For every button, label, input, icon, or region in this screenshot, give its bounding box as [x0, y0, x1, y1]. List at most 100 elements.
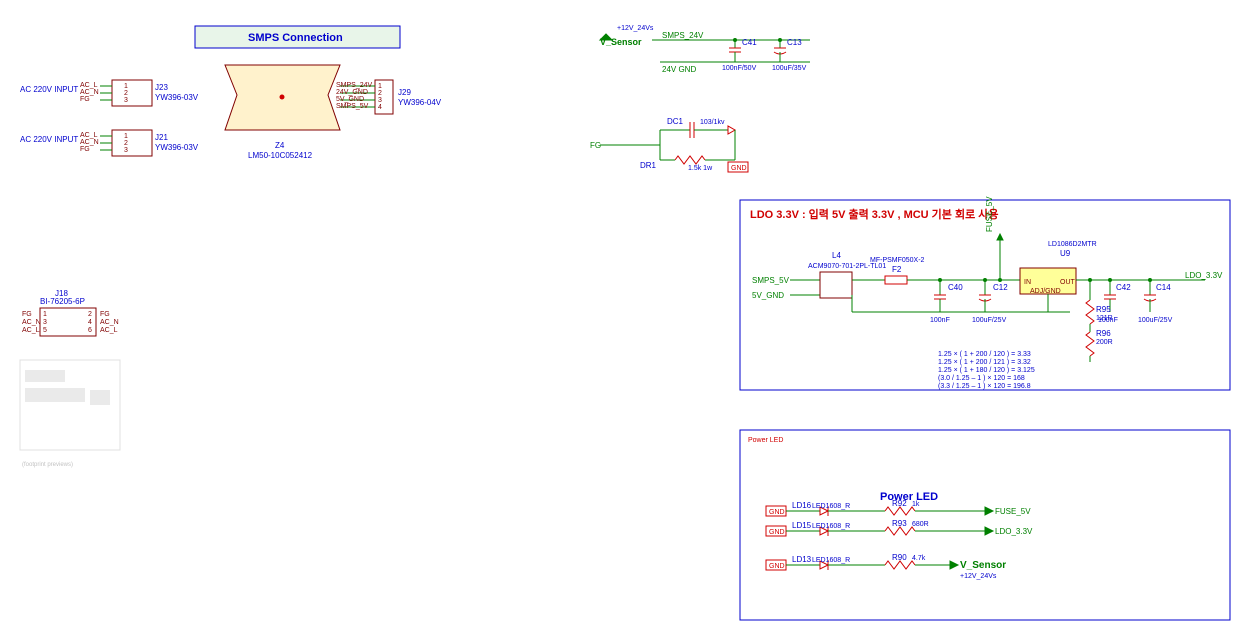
power-led-title: Power LED [880, 491, 938, 503]
svg-text:C14: C14 [1156, 283, 1171, 292]
svg-text:C40: C40 [948, 283, 963, 292]
svg-text:YW396-03V: YW396-03V [155, 143, 199, 152]
svg-text:1.25 × ( 1 + 200 / 120 ) = 3.3: 1.25 × ( 1 + 200 / 120 ) = 3.33 [938, 351, 1031, 358]
svg-text:1: 1 [378, 83, 382, 90]
svg-text:AC_N: AC_N [80, 89, 99, 96]
power-led-row-1: GND LD15 LED1608_R R93 680R LDO_3.3V [766, 519, 1033, 536]
svg-text:LED1608_R: LED1608_R [812, 503, 850, 510]
svg-text:LD15: LD15 [792, 521, 812, 530]
svg-text:4: 4 [378, 104, 382, 111]
svg-text:LDO_3.3V: LDO_3.3V [1185, 271, 1223, 280]
svg-text:3: 3 [124, 97, 128, 104]
rc-block: FG DC1 103/1kv DR1 1.5k 1w GND [590, 117, 748, 172]
svg-text:2: 2 [124, 90, 128, 97]
svg-text:GND: GND [731, 165, 747, 172]
svg-text:R92: R92 [892, 499, 907, 508]
svg-text:1.25 × ( 1 + 200 / 121 ) = 3.3: 1.25 × ( 1 + 200 / 121 ) = 3.32 [938, 359, 1031, 366]
svg-text:FG: FG [590, 141, 601, 150]
svg-text:AC_L: AC_L [22, 327, 40, 334]
svg-text:24V GND: 24V GND [662, 65, 696, 74]
svg-text:1: 1 [124, 133, 128, 140]
svg-text:GND: GND [769, 509, 785, 516]
svg-text:R95: R95 [1096, 305, 1111, 314]
svg-text:(3.3 / 1.25 – 1 ) × 120 = 196.: (3.3 / 1.25 – 1 ) × 120 = 196.8 [938, 383, 1031, 390]
svg-text:YW396-04V: YW396-04V [398, 98, 442, 107]
svg-text:J21: J21 [155, 133, 168, 142]
svg-text:24V_GND: 24V_GND [336, 89, 368, 96]
svg-text:1k: 1k [912, 501, 920, 508]
ac-input-label-2: AC 220V INPUT [20, 135, 78, 144]
footprint-previews: (footprint previews) [20, 360, 120, 468]
vsensor-block: +12V_24Vs V_Sensor SMPS_24V C41 100nF/50… [600, 25, 810, 74]
svg-text:Z4: Z4 [275, 141, 285, 150]
svg-text:YW396-03V: YW396-03V [155, 93, 199, 102]
svg-text:IN: IN [1024, 279, 1031, 286]
svg-text:103/1kv: 103/1kv [700, 119, 725, 126]
svg-text:100uF/25V: 100uF/25V [972, 317, 1007, 324]
svg-text:LD16: LD16 [792, 501, 812, 510]
connector-j29: SMPS_24V 24V_GND 5V_GND SMPS_5V 1 2 3 4 … [336, 80, 442, 114]
svg-text:2: 2 [124, 140, 128, 147]
svg-text:OUT: OUT [1060, 279, 1076, 286]
svg-text:AC_N: AC_N [100, 319, 119, 326]
svg-text:ADJ/GND: ADJ/GND [1030, 288, 1061, 295]
svg-text:3: 3 [124, 147, 128, 154]
power-led-row-2: GND LD13 LED1608_R R90 4.7k V_Sensor +12… [766, 553, 1006, 580]
svg-text:R90: R90 [892, 553, 907, 562]
svg-text:R93: R93 [892, 519, 907, 528]
smps-title: SMPS Connection [248, 32, 343, 44]
svg-text:3: 3 [43, 319, 47, 326]
svg-text:U9: U9 [1060, 249, 1071, 258]
svg-text:GND: GND [769, 563, 785, 570]
svg-text:V_Sensor: V_Sensor [600, 37, 642, 47]
svg-text:FG: FG [100, 311, 110, 318]
svg-text:LD1086D2MTR: LD1086D2MTR [1048, 241, 1097, 248]
svg-text:FG: FG [22, 311, 32, 318]
svg-text:FUSE_5V: FUSE_5V [995, 507, 1031, 516]
svg-text:AC_L: AC_L [80, 82, 98, 89]
svg-text:J23: J23 [155, 83, 168, 92]
svg-text:LED1608_R: LED1608_R [812, 523, 850, 530]
svg-text:1.25 × ( 1 + 180 / 120 ) = 3.1: 1.25 × ( 1 + 180 / 120 ) = 3.125 [938, 367, 1035, 374]
svg-text:2: 2 [378, 90, 382, 97]
svg-text:6: 6 [88, 327, 92, 334]
svg-text:100nF: 100nF [930, 317, 950, 324]
connector-j18: J18 BI-76205-6P FG AC_N AC_L FG AC_N AC_… [22, 289, 119, 336]
svg-text:3: 3 [378, 97, 382, 104]
svg-text:680R: 680R [912, 521, 929, 528]
ldo-circuit: SMPS_5V 5V_GND ACM9070-701-2PL-TL01 L4 F… [752, 196, 1223, 390]
svg-text:5V_GND: 5V_GND [336, 96, 364, 103]
svg-text:J29: J29 [398, 88, 411, 97]
svg-text:LD13: LD13 [792, 555, 812, 564]
smps-z4: Z4 LM50-10C052412 [225, 65, 340, 160]
svg-text:LDO_3.3V: LDO_3.3V [995, 527, 1033, 536]
svg-text:SMPS_24V: SMPS_24V [662, 31, 704, 40]
svg-text:+12V_24Vs: +12V_24Vs [960, 573, 997, 580]
svg-text:SMPS_24V: SMPS_24V [336, 82, 373, 89]
svg-text:5V_GND: 5V_GND [752, 291, 784, 300]
svg-text:DC1: DC1 [667, 117, 684, 126]
svg-text:C13: C13 [787, 38, 802, 47]
svg-text:(footprint previews): (footprint previews) [22, 462, 73, 468]
svg-text:4.7k: 4.7k [912, 555, 926, 562]
svg-text:GND: GND [769, 529, 785, 536]
ldo-title: LDO 3.3V : 입력 5V 출력 3.3V , MCU 기본 회로 사용 [750, 207, 999, 221]
svg-text:R96: R96 [1096, 329, 1111, 338]
connector-j23: AC 220V INPUT AC_L AC_N FG 1 2 3 J23 YW3… [20, 80, 199, 106]
svg-text:SMPS_5V: SMPS_5V [752, 276, 790, 285]
svg-text:AC_L: AC_L [80, 132, 98, 139]
svg-text:C42: C42 [1116, 283, 1131, 292]
svg-text:C12: C12 [993, 283, 1008, 292]
svg-text:V_Sensor: V_Sensor [960, 560, 1006, 571]
svg-text:LED1608_R: LED1608_R [812, 557, 850, 564]
svg-text:200R: 200R [1096, 339, 1113, 346]
svg-text:FG: FG [80, 96, 90, 103]
connector-j21: AC 220V INPUT AC_L AC_N FG 1 2 3 J21 YW3… [20, 130, 199, 156]
power-led-box-title: Power LED [748, 437, 783, 444]
svg-text:1.5k 1w: 1.5k 1w [688, 165, 713, 172]
svg-text:MF-PSMF050X-2: MF-PSMF050X-2 [870, 257, 925, 264]
svg-text:ACM9070-701-2PL-TL01: ACM9070-701-2PL-TL01 [808, 263, 886, 270]
svg-text:FUSE_5V: FUSE_5V [985, 196, 994, 232]
svg-text:1: 1 [124, 83, 128, 90]
svg-text:BI-76205-6P: BI-76205-6P [40, 297, 85, 306]
